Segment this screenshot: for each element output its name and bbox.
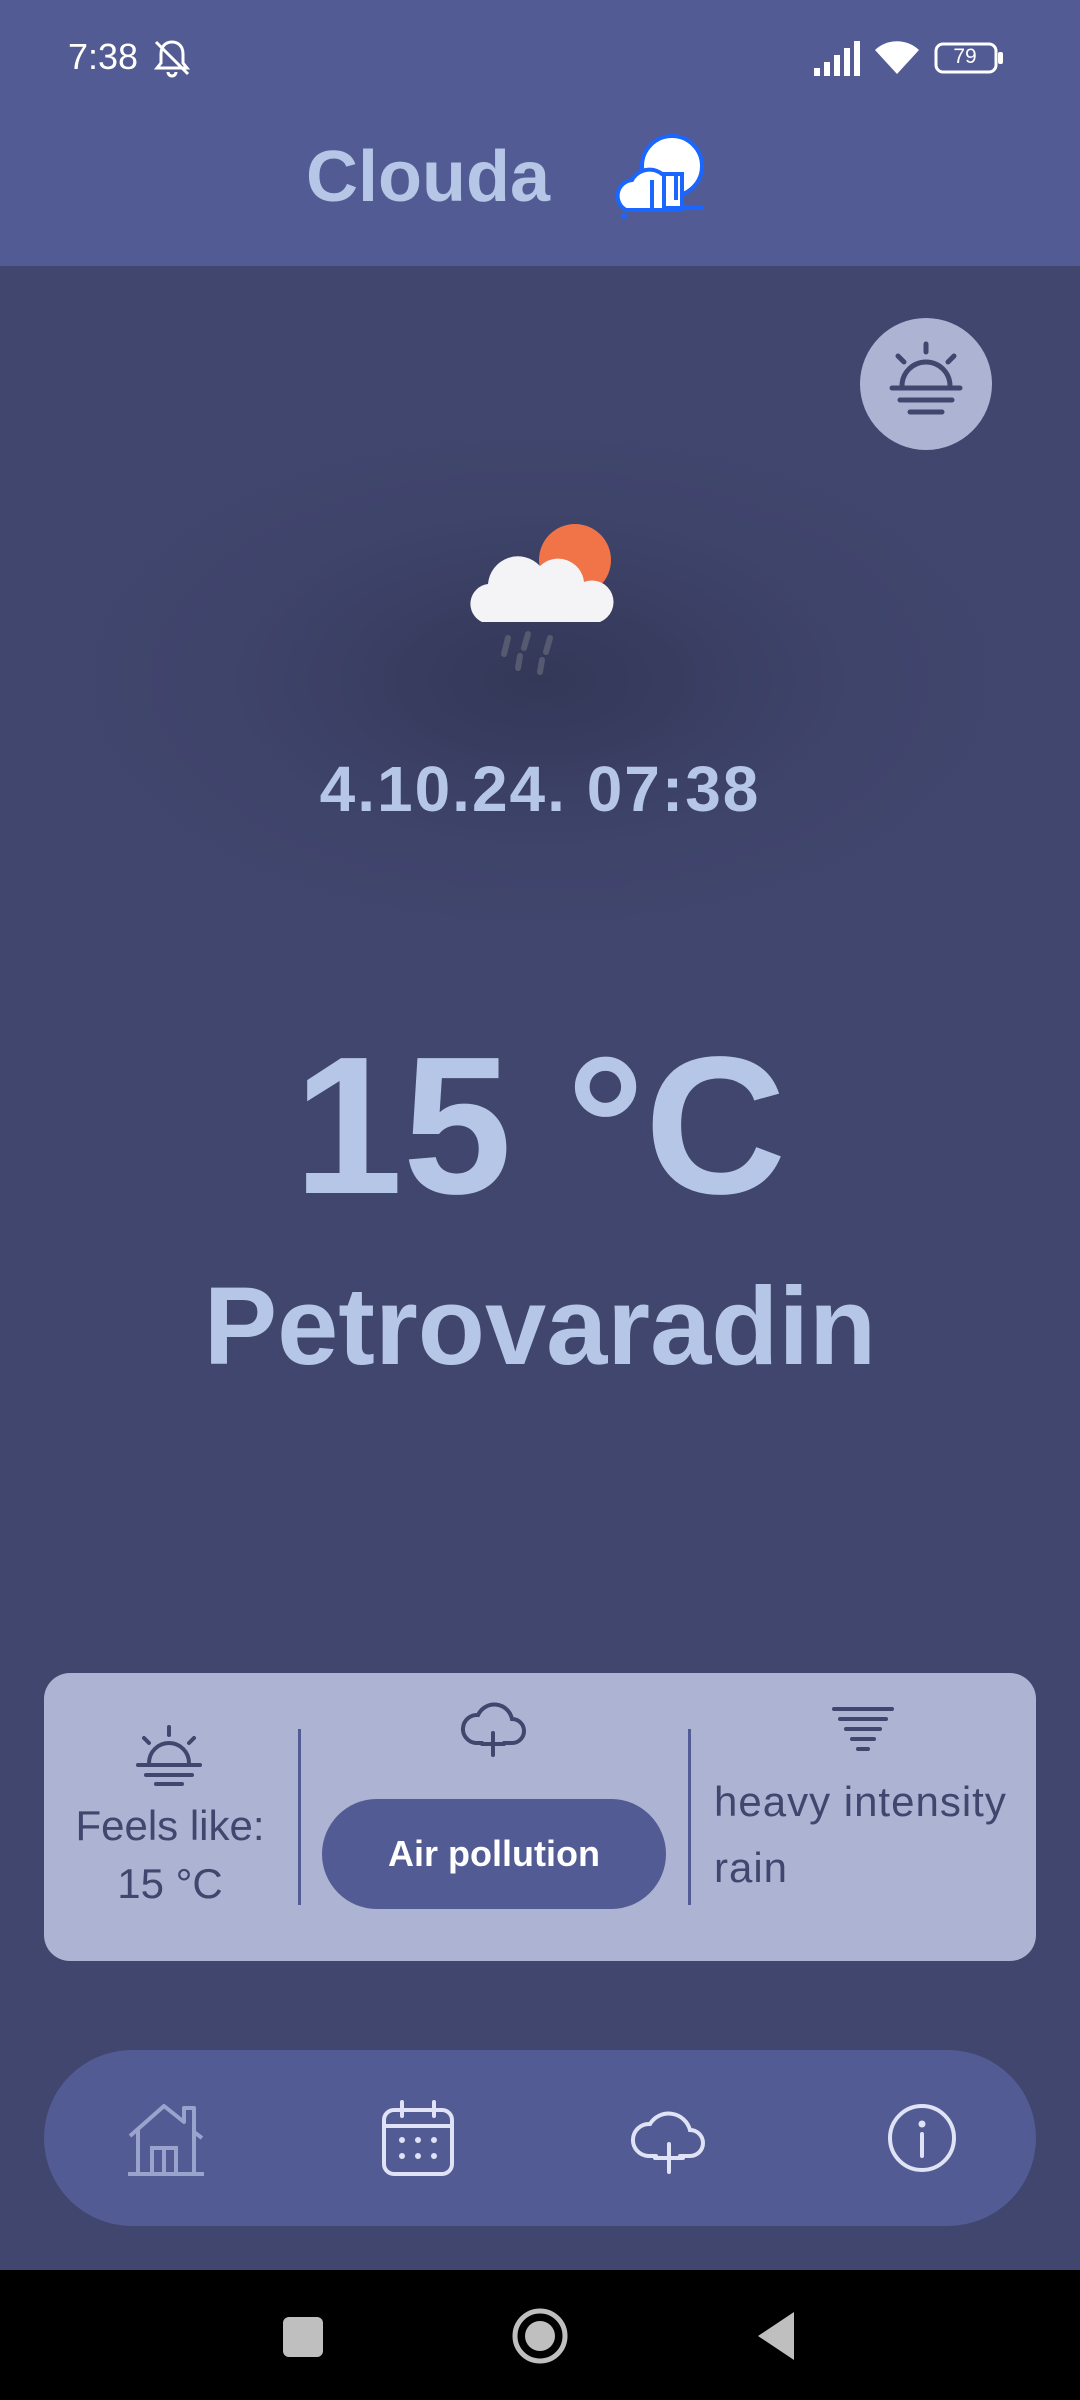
back-button[interactable] <box>756 2310 796 2362</box>
cell-signal-icon <box>814 41 860 76</box>
sunrise-button[interactable] <box>860 318 992 450</box>
app-title: Clouda <box>306 137 550 217</box>
card-divider <box>688 1729 691 1905</box>
mute-bell-icon <box>153 40 191 78</box>
city-name: Petrovaradin <box>203 1265 877 1388</box>
sunrise-icon <box>136 1725 202 1786</box>
weather-description: heavy intensity rain <box>714 1778 1007 1891</box>
recent-apps-button[interactable] <box>283 2317 323 2357</box>
bottom-navigation <box>44 2050 1036 2226</box>
system-navigation-bar <box>0 2270 1080 2400</box>
feels-like-label: Feels like: <box>75 1802 265 1849</box>
nav-info-button[interactable] <box>880 2096 964 2180</box>
card-divider <box>298 1729 301 1905</box>
nav-air-pollution-button[interactable] <box>628 2096 712 2180</box>
cloud-logo-icon <box>615 134 704 219</box>
wifi-icon <box>875 41 919 74</box>
feels-like-value: 15 °C <box>117 1860 223 1907</box>
tornado-icon <box>832 1707 894 1751</box>
calendar-icon <box>382 2100 454 2176</box>
info-icon <box>888 2104 956 2172</box>
sun-cloud-rain-icon <box>470 524 614 675</box>
date-time: 4.10.24. 07:38 <box>319 753 761 825</box>
weather-glow <box>60 420 1020 940</box>
feels-like: Feels like: 15 °C <box>58 1797 282 1913</box>
sunrise-icon <box>889 341 963 415</box>
cloud-plus-icon <box>631 2111 705 2174</box>
status-time: 7:38 <box>68 36 139 77</box>
nav-calendar-button[interactable] <box>376 2096 460 2180</box>
home-button[interactable] <box>511 2307 569 2365</box>
home-icon <box>128 2104 204 2176</box>
current-temperature: 15 °C <box>293 1016 787 1235</box>
nav-home-button[interactable] <box>124 2096 208 2180</box>
weather-details-card: Feels like: 15 °C Air pollution heavy in… <box>44 1673 1036 1961</box>
battery-level: 79 <box>953 45 977 68</box>
air-pollution-button[interactable]: Air pollution <box>322 1799 666 1909</box>
cloud-plus-icon <box>460 1702 526 1757</box>
